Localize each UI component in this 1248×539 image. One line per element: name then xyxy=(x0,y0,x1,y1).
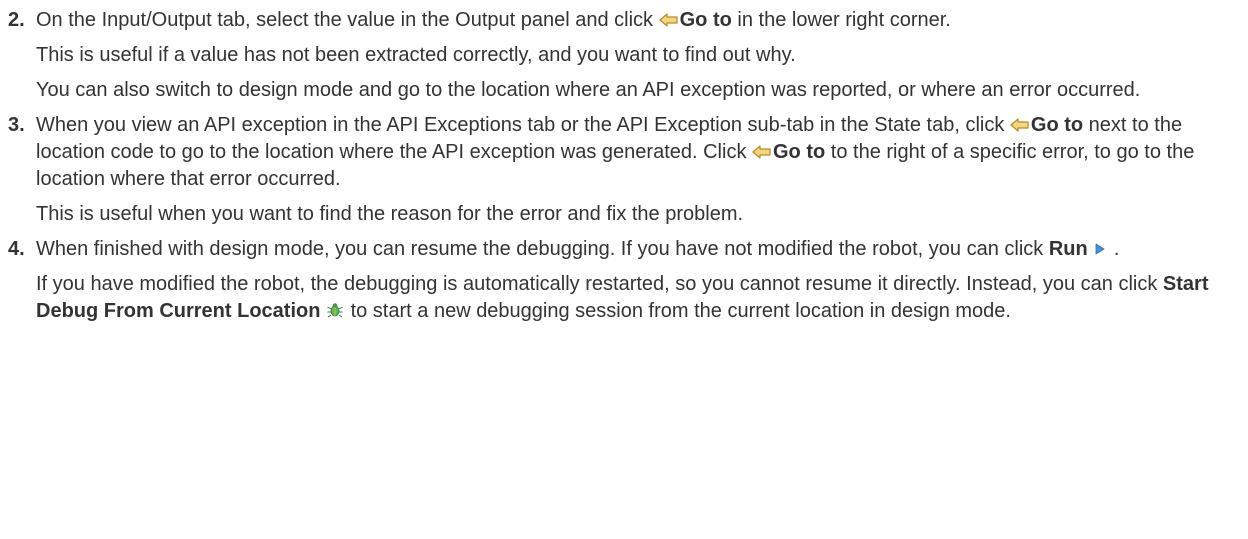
step-4: 4. When finished with design mode, you c… xyxy=(0,236,1248,325)
goto-arrow-icon xyxy=(1010,117,1030,133)
run-label: Run xyxy=(1048,238,1088,260)
step-3-note-1: This is useful when you want to find the… xyxy=(36,203,744,225)
goto-arrow-icon xyxy=(659,12,679,28)
goto-label: Go to xyxy=(679,9,732,31)
step-4-note-1: If you have modified the robot, the debu… xyxy=(36,273,1209,322)
start-debug-bug-icon xyxy=(326,301,344,319)
step-2-instruction: On the Input/Output tab, select the valu… xyxy=(36,9,951,31)
goto-arrow-icon xyxy=(752,144,772,160)
step-2-note-2: You can also switch to design mode and g… xyxy=(36,79,1141,101)
document-body: 2. On the Input/Output tab, select the v… xyxy=(0,0,1248,325)
goto-label: Go to xyxy=(773,141,826,163)
step-3-instruction: When you view an API exception in the AP… xyxy=(36,114,1195,190)
goto-label: Go to xyxy=(1030,114,1084,136)
step-number: 4. xyxy=(8,238,25,260)
step-number: 3. xyxy=(8,114,25,136)
step-number: 2. xyxy=(8,9,25,31)
step-2-note-1: This is useful if a value has not been e… xyxy=(36,44,796,66)
run-play-icon xyxy=(1093,241,1107,257)
step-4-instruction: When finished with design mode, you can … xyxy=(36,238,1120,260)
step-3: 3. When you view an API exception in the… xyxy=(0,112,1248,228)
step-2: 2. On the Input/Output tab, select the v… xyxy=(0,7,1248,104)
